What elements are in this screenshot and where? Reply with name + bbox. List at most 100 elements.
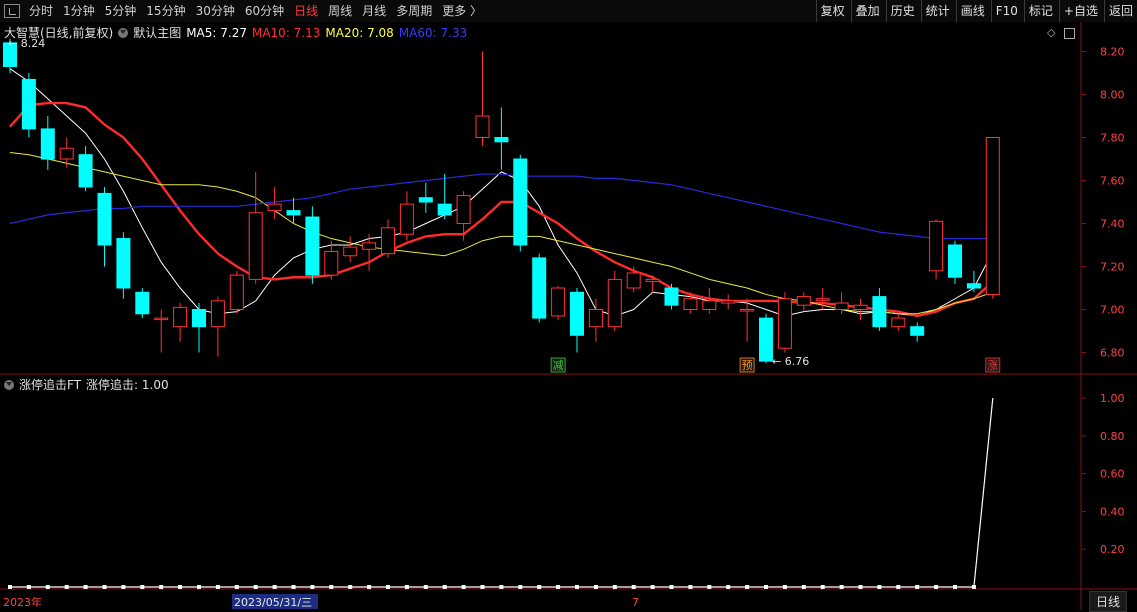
kline-chart[interactable]: 8.20 8.00 7.80 7.60 7.40 7.20 7.00 6.80 1.00 0.80… bbox=[0, 22, 1137, 610]
ma20-label: MA20: 7.08 bbox=[325, 25, 394, 40]
candle-body bbox=[891, 317, 906, 328]
indicator-point bbox=[612, 585, 617, 589]
year-label: 2023年 bbox=[3, 595, 42, 609]
candle-body bbox=[229, 274, 244, 311]
period-tab-1[interactable]: 1分钟 bbox=[58, 0, 100, 22]
period-tab-6[interactable]: 日线 bbox=[289, 0, 323, 22]
signal-marker-0: 减 bbox=[553, 359, 564, 372]
low-price-label: ← 6.76 bbox=[772, 355, 809, 368]
candle-body bbox=[381, 227, 395, 255]
indicator-point bbox=[726, 585, 731, 589]
indicator-point bbox=[423, 585, 428, 589]
candle-body bbox=[570, 291, 584, 336]
action-button-6[interactable]: 标记 bbox=[1023, 0, 1057, 22]
indicator-point bbox=[442, 585, 447, 589]
price-tick-label: 6.80 bbox=[1100, 347, 1125, 360]
sub-tick-label: 0.80 bbox=[1100, 430, 1125, 443]
indicator-point bbox=[121, 585, 126, 589]
candle-body bbox=[929, 220, 944, 272]
period-tab-0[interactable]: 分时 bbox=[24, 0, 58, 22]
period-tabs: 分时 1分钟 5分钟 15分钟 30分钟 60分钟 日线 周线 月线 多周期 更多 〉 bbox=[0, 0, 487, 22]
indicator-name[interactable]: 涨停追击FT bbox=[19, 376, 81, 393]
price-tick-label: 8.00 bbox=[1100, 89, 1125, 102]
stock-name: 大智慧(日线,前复权) bbox=[4, 26, 114, 40]
period-tab-8[interactable]: 月线 bbox=[357, 0, 391, 22]
diamond-icon[interactable]: ◇ bbox=[1047, 26, 1055, 39]
period-tab-9[interactable]: 多周期 bbox=[391, 0, 437, 22]
candle-body bbox=[173, 306, 188, 328]
candle-body bbox=[532, 257, 547, 319]
indicator-point bbox=[782, 585, 787, 589]
candle-body bbox=[154, 317, 169, 321]
candle-body bbox=[740, 309, 755, 312]
candle-body bbox=[324, 250, 339, 276]
indicator-point bbox=[197, 585, 201, 589]
period-tab-2[interactable]: 5分钟 bbox=[100, 0, 142, 22]
indicator-point bbox=[386, 585, 390, 589]
period-tab-4[interactable]: 30分钟 bbox=[191, 0, 240, 22]
sub-tick-label: 0.20 bbox=[1100, 543, 1125, 556]
indicator-point bbox=[480, 585, 485, 589]
indicator-point bbox=[953, 585, 957, 589]
indicator-point bbox=[461, 585, 466, 589]
action-button-7[interactable]: +自选 bbox=[1058, 0, 1102, 22]
action-button-0[interactable]: 复权 bbox=[815, 0, 849, 22]
period-tab-5[interactable]: 60分钟 bbox=[240, 0, 289, 22]
price-tick-label: 7.80 bbox=[1100, 132, 1125, 145]
candle-body bbox=[135, 291, 150, 315]
month-label: 7 bbox=[632, 596, 639, 609]
action-button-3[interactable]: 统计 bbox=[920, 0, 954, 22]
indicator-point bbox=[537, 585, 542, 589]
action-button-4[interactable]: 画线 bbox=[955, 0, 989, 22]
cursor-date-label: 2023/05/31/三 bbox=[234, 596, 312, 609]
indicator-point bbox=[64, 585, 69, 589]
action-button-8[interactable]: 返回 bbox=[1103, 0, 1137, 22]
dropdown-circle-icon[interactable] bbox=[118, 27, 129, 38]
indicator-point bbox=[707, 585, 712, 589]
indicator-point bbox=[499, 585, 504, 589]
period-tab-3[interactable]: 15分钟 bbox=[141, 0, 190, 22]
indicator-point bbox=[8, 585, 12, 589]
indicator-point bbox=[518, 585, 523, 589]
main-legend: 大智慧(日线,前复权) 默认主图 MA5: 7.27 MA10: 7.13 MA… bbox=[4, 24, 472, 41]
menu-icon[interactable] bbox=[4, 4, 20, 18]
candle-body bbox=[702, 300, 717, 310]
sub-tick-label: 0.60 bbox=[1100, 468, 1125, 481]
indicator-point bbox=[404, 585, 409, 589]
candle-body bbox=[872, 296, 887, 328]
indicator-point bbox=[140, 585, 145, 589]
action-button-2[interactable]: 历史 bbox=[885, 0, 919, 22]
candle-body bbox=[796, 296, 811, 306]
candle-body bbox=[97, 192, 112, 246]
indicator-point bbox=[745, 585, 750, 589]
action-button-1[interactable]: 叠加 bbox=[850, 0, 884, 22]
candle-body bbox=[456, 195, 471, 225]
candle-body bbox=[437, 203, 452, 216]
maximize-square-icon[interactable] bbox=[1064, 28, 1075, 39]
candle-body bbox=[664, 287, 679, 306]
period-tab-7[interactable]: 周线 bbox=[323, 0, 357, 22]
dropdown-circle-icon[interactable] bbox=[4, 379, 14, 390]
candle-body bbox=[192, 309, 206, 328]
indicator-point bbox=[915, 585, 920, 589]
indicator-point bbox=[83, 585, 88, 589]
candle-body bbox=[721, 300, 736, 304]
candle-body bbox=[286, 210, 301, 216]
sub-legend: 涨停追击FT 涨停追击: 1.00 bbox=[4, 376, 174, 393]
action-buttons: 复权 叠加 历史 统计 画线 F10 标记 +自选 返回 bbox=[814, 0, 1137, 22]
template-name[interactable]: 默认主图 bbox=[133, 24, 181, 41]
indicator-point bbox=[858, 585, 863, 589]
indicator-point bbox=[329, 585, 334, 589]
bottom-period-tab[interactable]: 日线 bbox=[1088, 591, 1127, 612]
candle-body bbox=[607, 278, 622, 328]
action-button-5[interactable]: F10 bbox=[990, 0, 1022, 22]
price-tick-label: 8.20 bbox=[1100, 46, 1125, 59]
price-tick-label: 7.20 bbox=[1100, 261, 1125, 274]
candle-body bbox=[759, 317, 773, 362]
candle-body bbox=[475, 115, 490, 138]
candle-body bbox=[418, 197, 433, 203]
indicator-point bbox=[26, 585, 31, 589]
ma10-label: MA10: 7.13 bbox=[251, 25, 321, 40]
period-tab-10[interactable]: 更多 〉 bbox=[437, 0, 487, 22]
ma60-label: MA60: 7.33 bbox=[398, 25, 468, 40]
